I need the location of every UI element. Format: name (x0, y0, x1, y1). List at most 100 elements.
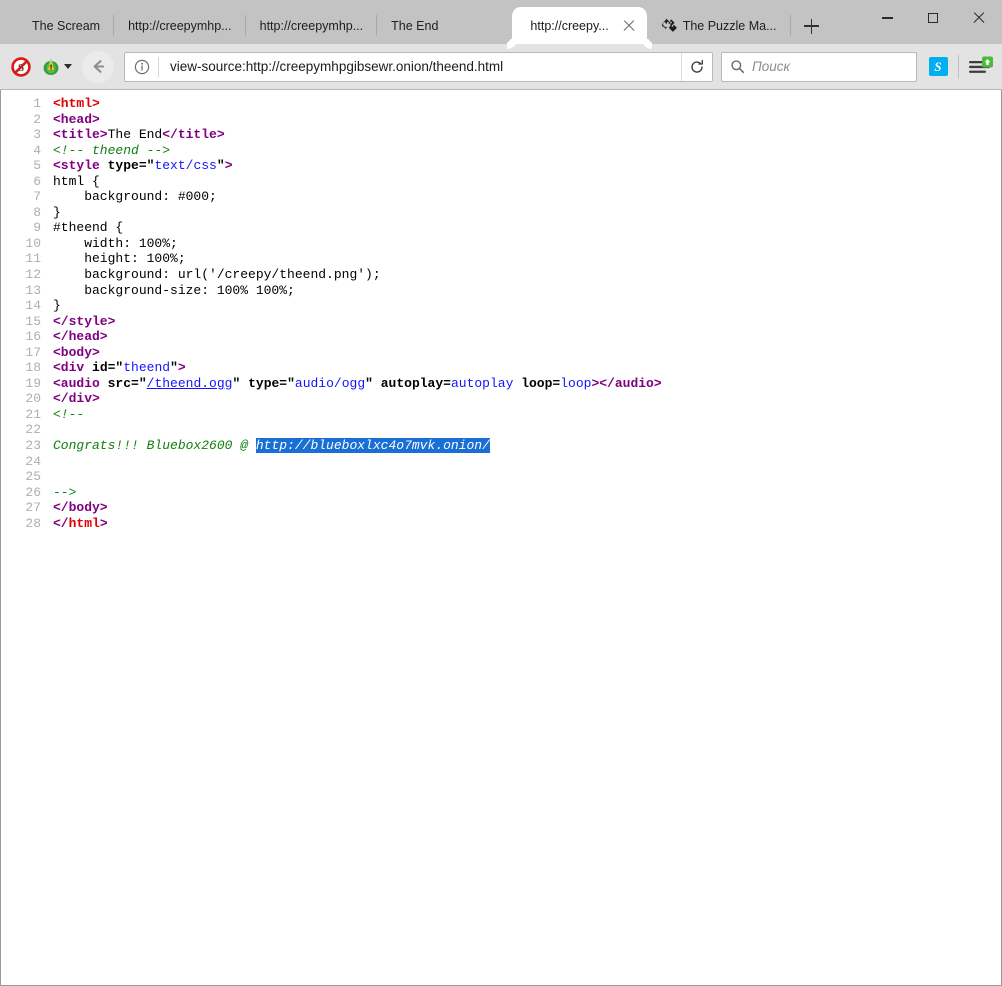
code-token: width: 100%; (53, 236, 178, 251)
line-number: 13 (1, 283, 41, 299)
torbutton[interactable] (36, 52, 76, 82)
browser-tab[interactable]: http://creepymhp... (246, 8, 378, 44)
source-view: 1<html> 2<head> 3<title>The End</title> … (0, 90, 1002, 986)
tor-onion-icon (40, 56, 62, 78)
code-token: loop (560, 376, 591, 391)
line-number: 7 (1, 189, 41, 205)
browser-tab[interactable]: The End (377, 8, 452, 44)
code-token: > (178, 360, 186, 375)
line-number: 16 (1, 329, 41, 345)
code-token (100, 376, 108, 391)
line-number: 24 (1, 454, 41, 470)
code-token: autoplay (451, 376, 513, 391)
close-icon[interactable] (621, 18, 637, 34)
code-token: <div (53, 360, 84, 375)
browser-tab[interactable]: The Scream (18, 8, 114, 44)
selected-text: http://blueboxlxc4o7mvk.onion/ (256, 438, 490, 453)
line-number: 17 (1, 345, 41, 361)
skype-button[interactable]: S (923, 52, 953, 82)
toolbar-divider (958, 55, 959, 79)
reload-icon (689, 59, 705, 75)
tab-strip: The Scream http://creepymhp... http://cr… (0, 0, 1002, 44)
code-token: <body> (53, 345, 100, 360)
code-token: <!-- (53, 407, 84, 422)
code-token: type=" (248, 376, 295, 391)
line-number: 8 (1, 205, 41, 221)
code-token: <style (53, 158, 100, 173)
code-token: </style> (53, 314, 115, 329)
address-bar[interactable]: view-source:http://creepymhpgibsewr.onio… (124, 52, 713, 82)
tab-title: http://creepy... (530, 19, 608, 33)
code-token: #theend { (53, 220, 123, 235)
line-number: 20 (1, 391, 41, 407)
browser-window: The Scream http://creepymhp... http://cr… (0, 0, 1002, 986)
line-number: 3 (1, 127, 41, 143)
code-token: --> (53, 485, 76, 500)
back-button[interactable] (82, 51, 114, 83)
code-token: background: url('/creepy/theend.png'); (53, 267, 381, 282)
line-number: 18 (1, 360, 41, 376)
code-token: } (53, 205, 61, 220)
line-number: 14 (1, 298, 41, 314)
code-token: background-size: 100% 100%; (53, 283, 295, 298)
source-code[interactable]: 1<html> 2<head> 3<title>The End</title> … (1, 96, 1001, 531)
line-number: 2 (1, 112, 41, 128)
code-token (84, 360, 92, 375)
code-token: <audio (53, 376, 100, 391)
navigation-toolbar: S (0, 44, 1002, 90)
code-token: " (170, 360, 178, 375)
code-token: </title> (162, 127, 224, 142)
code-token: </body> (53, 500, 108, 515)
maximize-button[interactable] (910, 0, 956, 36)
code-token: src=" (108, 376, 147, 391)
line-number: 23 (1, 438, 41, 454)
code-token: > (225, 158, 233, 173)
code-token: background: #000; (53, 189, 217, 204)
code-token: text/css (154, 158, 216, 173)
code-token: The End (108, 127, 163, 142)
search-icon (730, 59, 745, 74)
tab-title: The Puzzle Ma... (683, 19, 777, 33)
skype-icon: S (929, 57, 948, 76)
code-token: loop= (521, 376, 560, 391)
code-token (373, 376, 381, 391)
search-bar[interactable]: Поиск (721, 52, 917, 82)
line-number: 12 (1, 267, 41, 283)
code-token (100, 158, 108, 173)
code-token: </div> (53, 391, 100, 406)
noscript-button[interactable]: S (6, 52, 36, 82)
line-number: 21 (1, 407, 41, 423)
code-token: /theend.ogg (147, 376, 233, 391)
menu-button[interactable] (964, 52, 996, 82)
browser-tab[interactable]: http://creepymhp... (114, 8, 246, 44)
window-controls (864, 0, 1002, 36)
chevron-down-icon[interactable] (64, 64, 72, 69)
search-input[interactable]: Поиск (752, 59, 790, 74)
line-number: 10 (1, 236, 41, 252)
code-token: <html> (53, 96, 100, 111)
hamburger-menu-icon (967, 56, 993, 78)
minimize-button[interactable] (864, 0, 910, 36)
reload-button[interactable] (681, 53, 712, 81)
puzzle-icon (661, 18, 677, 34)
line-number: 25 (1, 469, 41, 485)
noscript-icon: S (11, 57, 31, 77)
line-number: 27 (1, 500, 41, 516)
tab-title: http://creepymhp... (128, 19, 232, 33)
line-number: 15 (1, 314, 41, 330)
url-text[interactable]: view-source:http://creepymhpgibsewr.onio… (159, 59, 681, 74)
line-number: 28 (1, 516, 41, 532)
page-info-icon[interactable] (134, 59, 150, 75)
new-tab-button[interactable] (797, 11, 827, 41)
code-token: height: 100%; (53, 251, 186, 266)
back-arrow-icon (90, 58, 107, 75)
tab-title: The End (391, 19, 438, 33)
code-token: id=" (92, 360, 123, 375)
code-token (240, 376, 248, 391)
tab-title: http://creepymhp... (260, 19, 364, 33)
code-token: <head> (53, 112, 100, 127)
browser-tab[interactable]: The Puzzle Ma... (647, 8, 791, 44)
close-window-button[interactable] (956, 0, 1002, 36)
line-number: 19 (1, 376, 41, 392)
browser-tab-active[interactable]: http://creepy... (512, 7, 646, 44)
